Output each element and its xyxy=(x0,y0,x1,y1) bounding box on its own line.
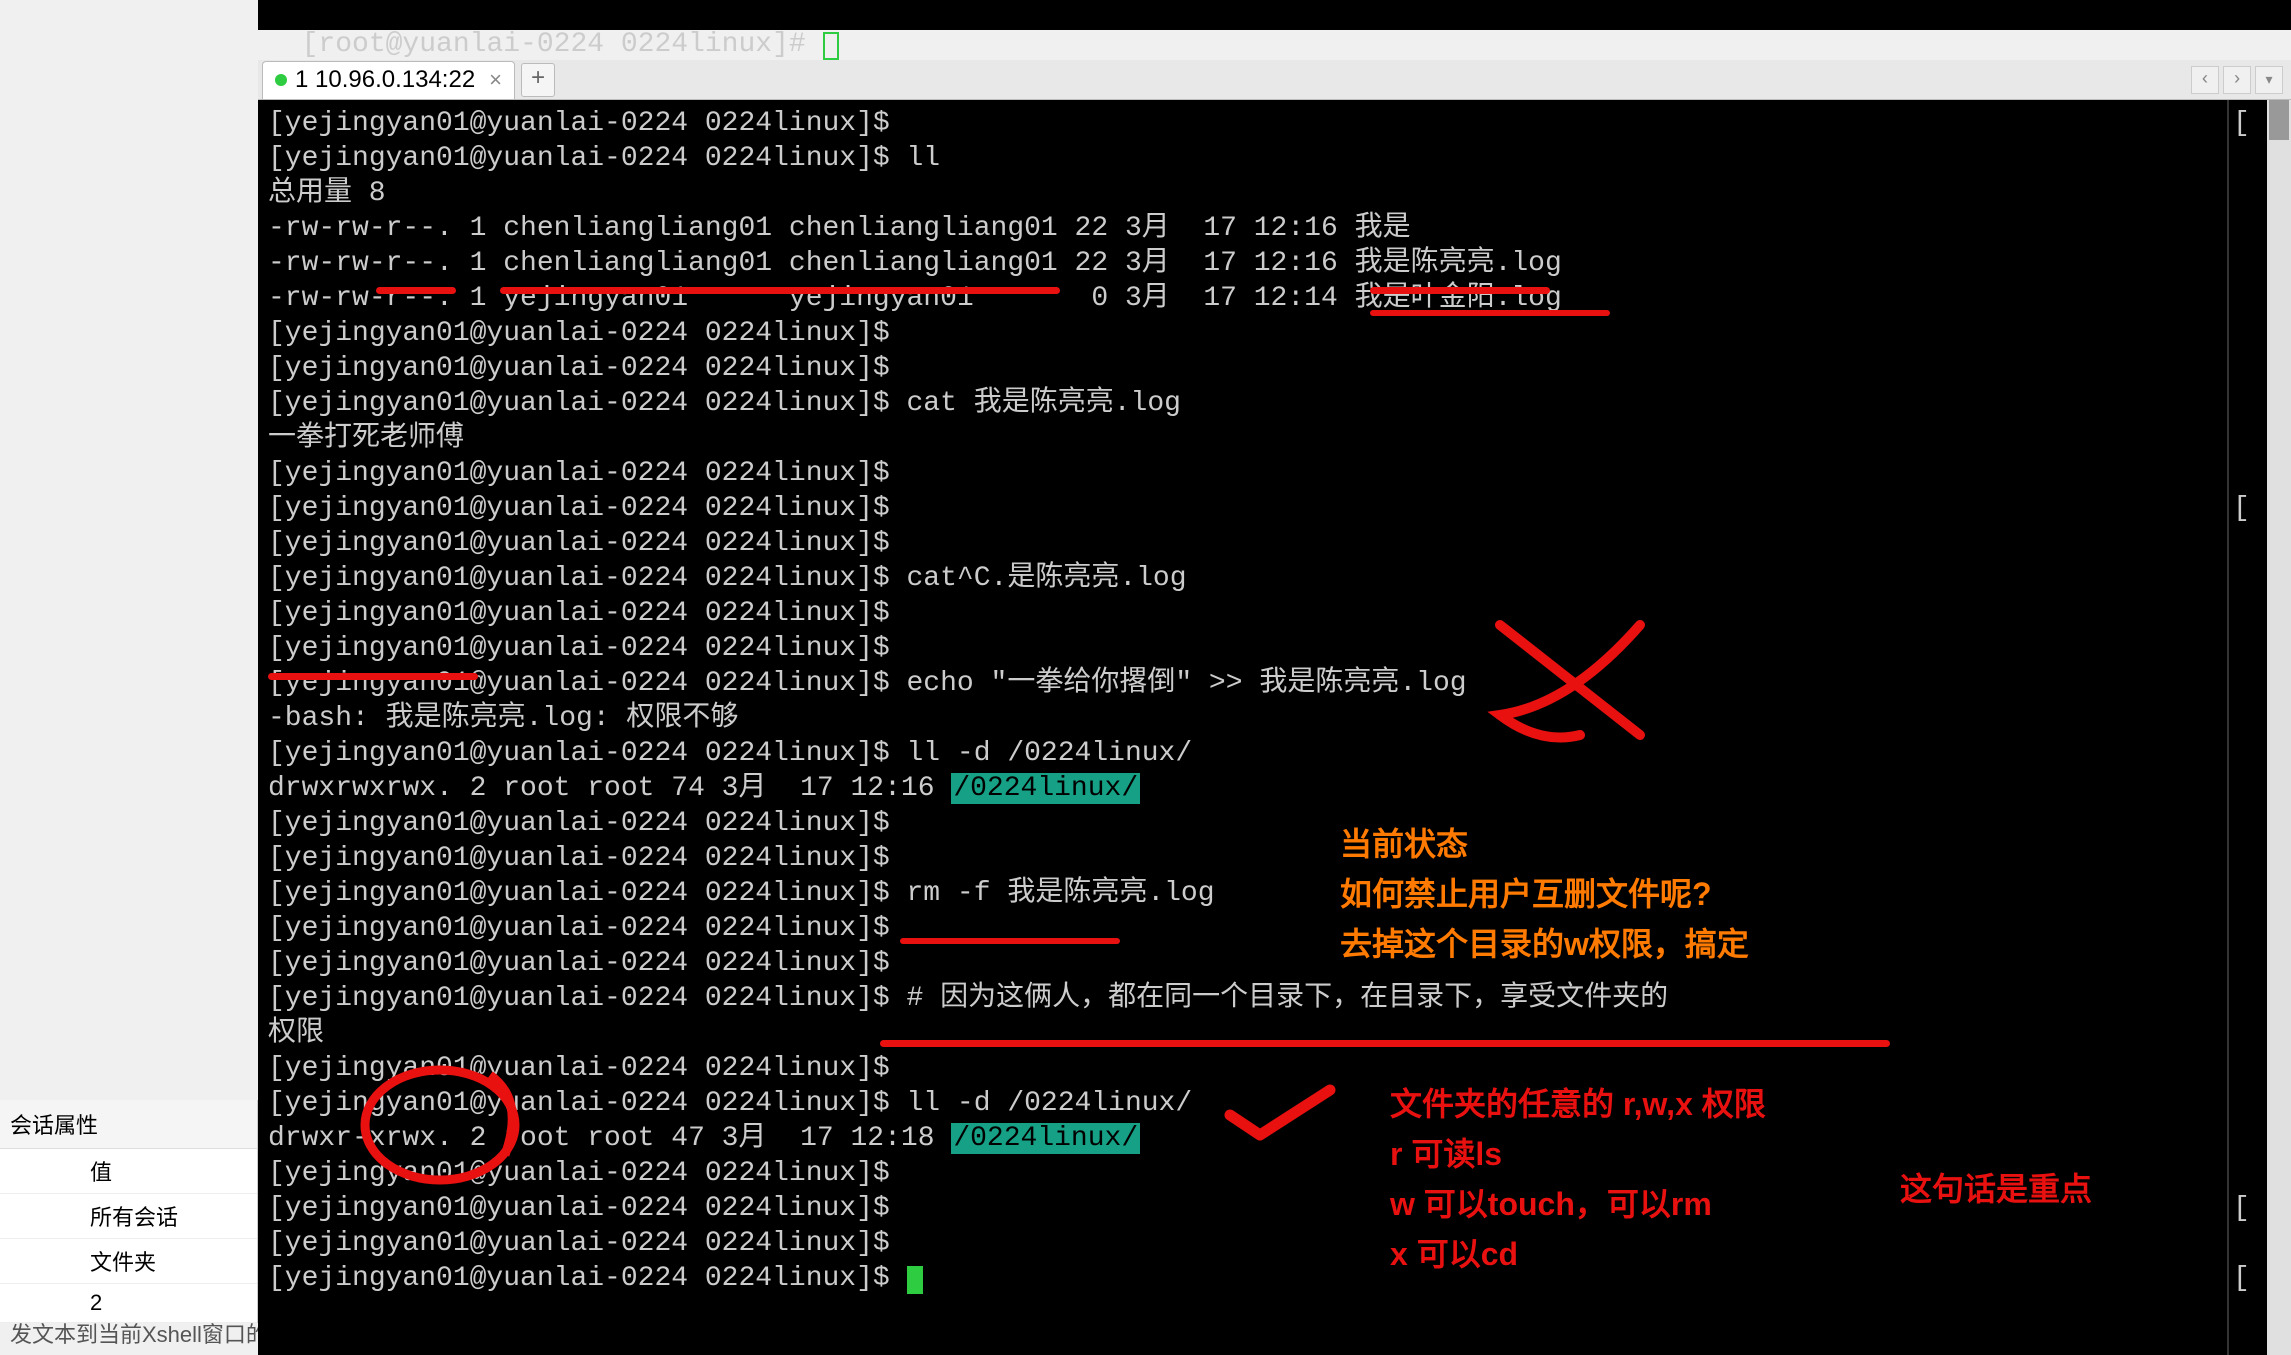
panel-row[interactable]: 所有会话 xyxy=(0,1194,257,1239)
terminal-line: [yejingyan01@yuanlai-0224 0224linux]$ ca… xyxy=(268,386,2281,421)
cursor xyxy=(907,1266,923,1294)
terminal-line: drwxrwxrwx. 2 root root 74 3月 17 12:16 /… xyxy=(268,771,2281,806)
chevron-left-icon[interactable]: ‹ xyxy=(2191,66,2219,94)
terminal-line: [yejingyan01@yuanlai-0224 0224linux]$ xyxy=(268,316,2281,351)
chevron-right-icon[interactable]: › xyxy=(2223,66,2251,94)
terminal-line: [yejingyan01@yuanlai-0224 0224linux]$ xyxy=(268,456,2281,491)
scrollbar-thumb[interactable] xyxy=(2269,100,2289,140)
terminal-line: [yejingyan01@yuanlai-0224 0224linux]$ xyxy=(268,1226,2281,1261)
anno-question: 如何禁止用户互删文件呢? xyxy=(1340,870,1712,918)
terminal-line: [yejingyan01@yuanlai-0224 0224linux]$ xyxy=(268,351,2281,386)
terminal-line: [yejingyan01@yuanlai-0224 0224linux]$ # … xyxy=(268,981,2281,1016)
terminal-line: [yejingyan01@yuanlai-0224 0224linux]$ xyxy=(268,1051,2281,1086)
tab-bar: 1 10.96.0.134:22 × + ‹ › ▾ xyxy=(258,60,2291,100)
root-prompt-line: [root@yuanlai-0224 0224linux]# xyxy=(258,0,2291,30)
terminal-line: 一拳打死老师傅 xyxy=(268,421,2281,456)
session-tab[interactable]: 1 10.96.0.134:22 × xyxy=(262,61,515,99)
terminal-line: [yejingyan01@yuanlai-0224 0224linux]$ ec… xyxy=(268,666,2281,701)
anno-current-state: 当前状态 xyxy=(1340,820,1468,868)
session-properties-panel: 会话属性 值 所有会话 文件夹 2 xyxy=(0,1100,258,1323)
add-tab-button[interactable]: + xyxy=(521,63,555,97)
terminal-line: [yejingyan01@yuanlai-0224 0224linux]$ xyxy=(268,631,2281,666)
terminal-line: [yejingyan01@yuanlai-0224 0224linux]$ xyxy=(268,806,2281,841)
terminal-line: [yejingyan01@yuanlai-0224 0224linux]$ xyxy=(268,596,2281,631)
terminal-line: [yejingyan01@yuanlai-0224 0224linux]$ rm… xyxy=(268,876,2281,911)
anno-rwx-title: 文件夹的任意的 r,w,x 权限 xyxy=(1390,1080,1766,1128)
terminal-line: -rw-rw-r--. 1 chenliangliang01 chenliang… xyxy=(268,211,2281,246)
anno-important: 这句话是重点 xyxy=(1900,1165,2092,1213)
terminal-line: [yejingyan01@yuanlai-0224 0224linux]$ ll… xyxy=(268,1086,2281,1121)
tab-nav: ‹ › ▾ xyxy=(2191,66,2291,94)
terminal-line: [yejingyan01@yuanlai-0224 0224linux]$ ca… xyxy=(268,561,2281,596)
root-prompt: [root@yuanlai-0224 0224linux]# xyxy=(302,29,823,60)
anno-answer: 去掉这个目录的w权限，搞定 xyxy=(1340,920,1749,968)
panel-col-value: 值 xyxy=(0,1149,257,1194)
anno-r-desc: r 可读ls xyxy=(1390,1130,1502,1178)
terminal-line: [yejingyan01@yuanlai-0224 0224linux]$ xyxy=(268,946,2281,981)
terminal-line: 权限 xyxy=(268,1016,2281,1051)
right-pane-edge: [ [ [ [ xyxy=(2227,100,2263,1355)
connection-status-dot xyxy=(275,74,287,86)
terminal-line: [yejingyan01@yuanlai-0224 0224linux]$ xyxy=(268,491,2281,526)
terminal-line: [yejingyan01@yuanlai-0224 0224linux]$ ll… xyxy=(268,736,2281,771)
terminal-line: [yejingyan01@yuanlai-0224 0224linux]$ xyxy=(268,1261,2281,1296)
terminal-line: -rw-rw-r--. 1 chenliangliang01 chenliang… xyxy=(268,246,2281,281)
cursor-outline xyxy=(823,32,839,60)
chevron-down-icon[interactable]: ▾ xyxy=(2255,66,2283,94)
terminal-line: [yejingyan01@yuanlai-0224 0224linux]$ ll xyxy=(268,141,2281,176)
anno-x-desc: x 可以cd xyxy=(1390,1230,1518,1278)
close-icon[interactable]: × xyxy=(489,67,502,93)
terminal-line: [yejingyan01@yuanlai-0224 0224linux]$ xyxy=(268,911,2281,946)
terminal-line: [yejingyan01@yuanlai-0224 0224linux]$ xyxy=(268,106,2281,141)
terminal-line: drwxr-xrwx. 2 root root 47 3月 17 12:18 /… xyxy=(268,1121,2281,1156)
tab-label: 1 10.96.0.134:22 xyxy=(295,66,475,94)
terminal-line: 总用量 8 xyxy=(268,176,2281,211)
terminal-line: [yejingyan01@yuanlai-0224 0224linux]$ xyxy=(268,526,2281,561)
panel-row[interactable]: 文件夹 xyxy=(0,1239,257,1284)
terminal-line: -rw-rw-r--. 1 yejingyan01 yejingyan01 0 … xyxy=(268,281,2281,316)
anno-w-desc: w 可以touch，可以rm xyxy=(1390,1180,1712,1228)
panel-header: 会话属性 xyxy=(0,1100,257,1149)
terminal-line: [yejingyan01@yuanlai-0224 0224linux]$ xyxy=(268,841,2281,876)
scrollbar[interactable] xyxy=(2267,100,2291,1355)
terminal-line: -bash: 我是陈亮亮.log: 权限不够 xyxy=(268,701,2281,736)
